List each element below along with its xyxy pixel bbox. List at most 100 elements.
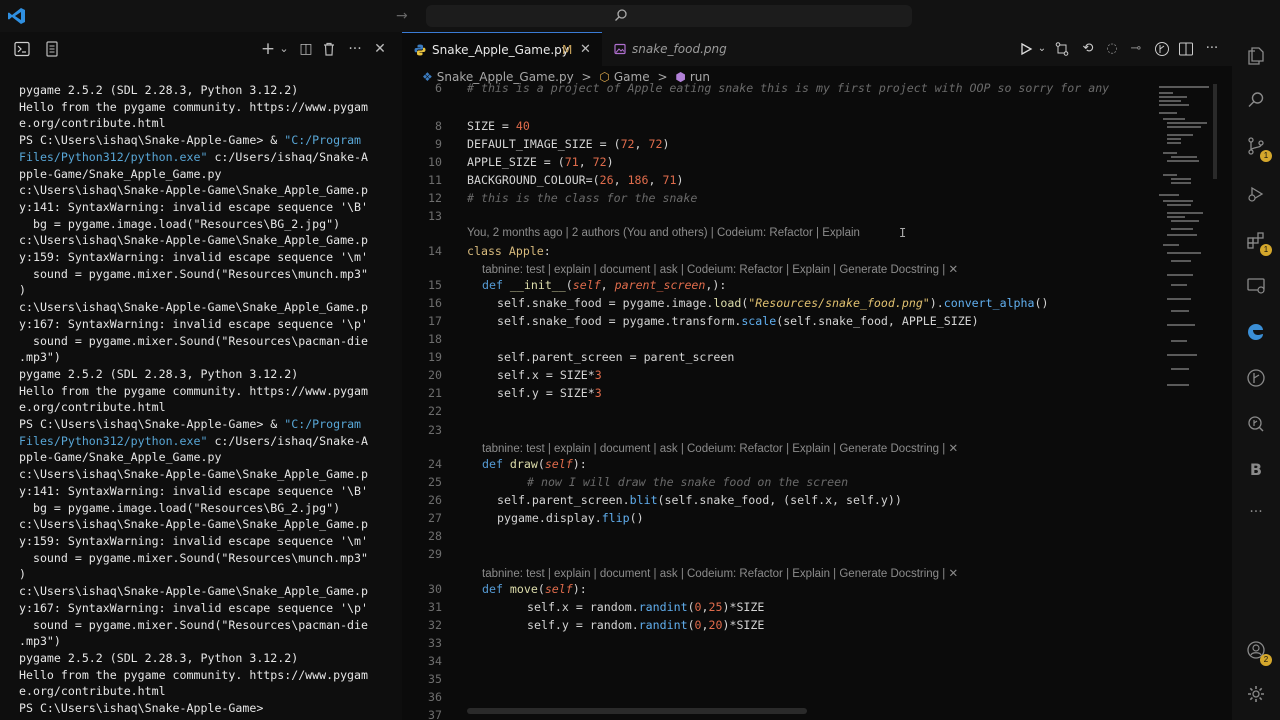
close-tab-icon[interactable]: ✕ (580, 33, 591, 67)
git-branch-graph-icon[interactable] (1154, 41, 1170, 57)
run-icon[interactable] (1018, 41, 1034, 57)
line-number: 32 (428, 618, 442, 632)
tabnine-codelens[interactable]: tabnine: test | explain | document | ask… (482, 262, 958, 276)
forward-arrow-icon[interactable]: → (396, 8, 408, 24)
line-number: 11 (428, 173, 442, 187)
text-cursor-icon: I (899, 226, 907, 240)
code-editor[interactable]: 6 # this is a project of Apple eating sn… (402, 80, 1152, 720)
code-line: self.parent_screen.blit(self.snake_food,… (497, 493, 902, 507)
terminal-line: y:159: SyntaxWarning: invalid escape seq… (19, 533, 369, 548)
more-editor-actions-icon[interactable]: ··· (1204, 41, 1220, 57)
source-control-compare-icon[interactable] (1054, 41, 1070, 57)
tab-snake-apple-game-py[interactable]: Snake_Apple_Game.py M ✕ (402, 32, 602, 66)
terminal-line: PS C:\Users\ishaq\Snake-Apple-Game> & "C… (19, 417, 362, 432)
terminal-line: y:141: SyntaxWarning: invalid escape seq… (19, 199, 369, 214)
terminal-line: .mp3") (19, 350, 61, 365)
line-number: 27 (428, 511, 442, 525)
line-number: 25 (428, 475, 442, 489)
terminal-line: c:\Users\ishaq\Snake-Apple-Game\Snake_Ap… (19, 467, 369, 482)
output-icon[interactable] (44, 41, 60, 57)
terminal-icon[interactable] (14, 41, 30, 57)
editor-area: Snake_Apple_Game.py M ✕ snake_food.png ⌄… (402, 32, 1232, 720)
code-comment: # this is the class for the snake (467, 191, 698, 205)
terminal-line: y:167: SyntaxWarning: invalid escape seq… (19, 600, 369, 615)
terminal-line: .mp3") (19, 634, 61, 649)
run-dropdown-chevron-icon[interactable]: ⌄ (1034, 41, 1050, 57)
close-panel-icon[interactable]: ✕ (372, 41, 388, 57)
code-line: self.y = SIZE*3 (497, 386, 602, 400)
tab-snake-food-png[interactable]: snake_food.png (602, 32, 752, 66)
previous-change-icon[interactable]: ◌ (1104, 41, 1120, 57)
search-icon[interactable] (1246, 90, 1266, 110)
git-blame-codelens[interactable]: You, 2 months ago | 2 authors (You and o… (467, 227, 860, 239)
line-number: 14 (428, 244, 442, 258)
line-number: 13 (428, 209, 442, 223)
search-icon (615, 9, 627, 21)
code-line: # this is a project of Apple eating snak… (467, 81, 1110, 95)
split-terminal-icon[interactable]: ◫ (298, 41, 314, 57)
code-line: class Apple: (467, 244, 551, 258)
terminal-line: Hello from the pygame community. https:/… (19, 99, 369, 114)
run-debug-icon[interactable] (1246, 184, 1266, 204)
code-comment: # now I will draw the snake food on the … (527, 475, 849, 489)
terminal-line: Hello from the pygame community. https:/… (19, 667, 369, 682)
tabnine-codelens[interactable]: tabnine: test | explain | document | ask… (482, 441, 958, 455)
terminal-line: e.org/contribute.html (19, 684, 166, 699)
terminal-dropdown-chevron-icon[interactable]: ⌄ (276, 41, 292, 57)
settings-gear-icon[interactable] (1246, 684, 1266, 704)
line-number: 37 (428, 708, 442, 720)
code-line: SIZE = 40 (467, 119, 530, 133)
horizontal-scrollbar[interactable] (467, 708, 807, 714)
modified-indicator: M (562, 43, 573, 57)
code-line: self.parent_screen = parent_screen (497, 350, 735, 364)
more-actions-icon[interactable]: ··· (347, 41, 363, 57)
terminal-line: pygame 2.5.2 (SDL 2.28.3, Python 3.12.2) (19, 650, 299, 665)
line-number: 24 (428, 457, 442, 471)
b-extension-icon[interactable]: B (1246, 460, 1266, 480)
terminal-panel: + ⌄ ◫ ··· ✕ pygame 2.5.2 (SDL 2.28.3, Py… (0, 32, 402, 720)
terminal-line: sound = pygame.mixer.Sound("Resources\mu… (19, 550, 369, 565)
terminal-output[interactable]: pygame 2.5.2 (SDL 2.28.3, Python 3.12.2)… (19, 82, 394, 717)
code-line: self.snake_food = pygame.image.load("Res… (497, 296, 1049, 310)
gitlens-inspect-icon[interactable] (1246, 414, 1266, 434)
code-line: DEFAULT_IMAGE_SIZE = (72, 72) (467, 137, 670, 151)
explorer-icon[interactable] (1246, 46, 1266, 66)
line-number: 19 (428, 350, 442, 364)
line-number: 36 (428, 690, 442, 704)
code-line: self.snake_food = pygame.transform.scale… (497, 314, 979, 328)
terminal-line: sound = pygame.mixer.Sound("Resources\pa… (19, 617, 369, 632)
terminal-line: y:159: SyntaxWarning: invalid escape seq… (19, 250, 369, 265)
more-views-icon[interactable]: ··· (1246, 504, 1266, 524)
line-number: 33 (428, 636, 442, 650)
accounts-badge: 2 (1260, 654, 1272, 666)
trash-icon[interactable] (321, 41, 337, 57)
terminal-line: pygame 2.5.2 (SDL 2.28.3, Python 3.12.2) (19, 83, 299, 97)
edge-devtools-icon[interactable] (1246, 322, 1266, 342)
command-center-search[interactable] (426, 5, 912, 27)
terminal-line: c:\Users\ishaq\Snake-Apple-Game\Snake_Ap… (19, 300, 369, 315)
terminal-line: sound = pygame.mixer.Sound("Resources\pa… (19, 333, 369, 348)
code-line: def move(self): (482, 582, 587, 596)
minimap[interactable] (1157, 84, 1217, 414)
terminal-line: pple-Game/Snake_Apple_Game.py (19, 450, 222, 465)
remote-explorer-icon[interactable] (1246, 276, 1266, 296)
terminal-line: c:\Users\ishaq\Snake-Apple-Game\Snake_Ap… (19, 233, 369, 248)
terminal-line: ) (19, 283, 26, 298)
code-line: pygame.display.flip() (497, 511, 644, 525)
line-number: 29 (428, 547, 442, 561)
terminal-line: PS C:\Users\ishaq\Snake-Apple-Game> (19, 701, 264, 716)
vscode-logo-icon[interactable] (8, 7, 26, 25)
terminal-line: Files/Python312/python.exe" c:/Users/ish… (19, 149, 369, 164)
split-editor-icon[interactable] (1178, 41, 1194, 57)
activity-bar: 1 1 B ··· 2 (1232, 32, 1280, 720)
new-terminal-button[interactable]: + (260, 41, 276, 58)
terminal-line: Files/Python312/python.exe" c:/Users/ish… (19, 433, 369, 448)
gitlens-icon[interactable] (1246, 368, 1266, 388)
tabnine-codelens[interactable]: tabnine: test | explain | document | ask… (482, 566, 958, 580)
go-back-change-icon[interactable]: ⟲ (1080, 41, 1096, 57)
line-number: 9 (435, 137, 442, 151)
line-number: 10 (428, 155, 442, 169)
code-line: self.x = random.randint(0,25)*SIZE (527, 600, 765, 614)
tab-label: snake_food.png (632, 42, 727, 56)
next-change-icon[interactable]: ⊸ (1128, 41, 1144, 57)
